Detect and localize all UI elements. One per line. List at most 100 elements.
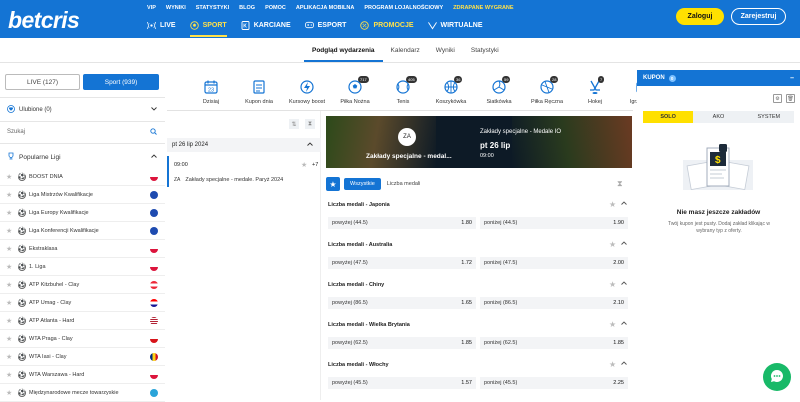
star-icon[interactable]: ★ <box>6 317 12 325</box>
league-item[interactable]: ★ ⚽ ATP Umag - Clay <box>0 294 165 312</box>
star-icon[interactable]: ★ <box>6 389 12 397</box>
filter-medals-button[interactable]: Liczba medali <box>381 178 427 190</box>
popular-leagues-header[interactable]: Popularne Ligi <box>0 150 165 164</box>
star-icon[interactable]: ★ <box>6 353 12 361</box>
sport-football[interactable]: Piłka Nożna 717 <box>331 76 379 105</box>
favorites-filter-star-icon[interactable]: ★ <box>326 177 340 191</box>
register-button[interactable]: Zarejestruj <box>731 8 786 25</box>
filter-icon[interactable]: ⧗ <box>305 119 315 129</box>
star-icon[interactable]: ★ <box>6 209 12 217</box>
top-link-stats[interactable]: STATYSTYKI <box>196 5 229 11</box>
top-link-results[interactable]: WYNIKI <box>166 5 186 11</box>
sport-basketball[interactable]: Koszykówka 36 <box>427 76 475 105</box>
nav-esport[interactable]: ESPORT <box>304 17 346 33</box>
chat-button[interactable] <box>763 363 791 391</box>
star-icon[interactable]: ★ <box>6 191 12 199</box>
odds-over-button[interactable]: powyżej (44.5) 1.80 <box>328 217 476 229</box>
settings-icon[interactable]: ⚙ <box>773 94 782 103</box>
odds-over-button[interactable]: powyżej (45.5) 1.57 <box>328 377 476 389</box>
filter-icon[interactable]: ⧗ <box>617 179 623 189</box>
tab-solo[interactable]: SOLO <box>643 111 694 123</box>
top-link-mobile-app[interactable]: APLIKACJA MOBILNA <box>296 5 354 11</box>
favorites-row[interactable]: Ulubione (0) <box>0 103 165 117</box>
league-item[interactable]: ★ ⚽ BOOST DNIA <box>0 168 165 186</box>
tab-statistics[interactable]: Statystyki <box>463 44 507 62</box>
brand-logo[interactable]: betcris <box>8 7 80 34</box>
top-link-help[interactable]: POMOC <box>265 5 286 11</box>
chevron-up-icon[interactable] <box>621 201 627 207</box>
star-icon[interactable]: ★ <box>6 227 12 235</box>
league-item[interactable]: ★ ⚽ Liga Europy Kwalifikacje <box>0 204 165 222</box>
event-row[interactable]: ZA Zakłady specjalne - medale. Paryż 202… <box>167 173 321 187</box>
search-input[interactable]: Szukaj <box>7 129 25 135</box>
nav-cards[interactable]: K KARCIANE <box>241 17 291 33</box>
star-icon[interactable]: ★ <box>6 335 12 343</box>
chevron-up-icon[interactable] <box>621 361 627 367</box>
tab-calendar[interactable]: Kalendarz <box>383 44 428 62</box>
search-icon[interactable] <box>150 127 157 137</box>
odds-over-button[interactable]: powyżej (47.5) 1.72 <box>328 257 476 269</box>
more-markets-count[interactable]: +7 <box>312 162 318 168</box>
star-icon[interactable]: ★ <box>6 299 12 307</box>
star-icon[interactable]: ★ <box>609 200 616 209</box>
coupon-header[interactable]: KUPON 0 – <box>637 70 800 86</box>
tab-ako[interactable]: AKO <box>693 111 744 123</box>
league-item[interactable]: ★ ⚽ 1. Liga <box>0 258 165 276</box>
star-icon[interactable]: ★ <box>6 371 12 379</box>
nav-virtual[interactable]: WIRTUALNE <box>427 17 483 33</box>
sport-toggle-button[interactable]: Sport (939) <box>83 74 159 90</box>
league-item[interactable]: ★ ⚽ WTA Iasi - Clay <box>0 348 165 366</box>
odds-under-button[interactable]: poniżej (47.5) 2.00 <box>480 257 628 269</box>
odds-under-button[interactable]: poniżej (45.5) 2.25 <box>480 377 628 389</box>
star-icon[interactable]: ★ <box>609 320 616 329</box>
nav-live[interactable]: LIVE <box>147 17 176 33</box>
league-item[interactable]: ★ ⚽ Liga Konferencji Kwalifikacje <box>0 222 165 240</box>
sport-calendar[interactable]: 23 Dzisiaj <box>187 78 235 105</box>
nav-sport[interactable]: SPORT <box>189 17 227 37</box>
sort-icon[interactable]: ⇅ <box>289 119 299 129</box>
star-icon[interactable]: ★ <box>609 240 616 249</box>
star-icon[interactable]: ★ <box>6 263 12 271</box>
sport-volleyball[interactable]: Siatkówka 59 <box>475 76 523 105</box>
chevron-up-icon[interactable] <box>621 321 627 327</box>
star-icon[interactable]: ★ <box>6 173 12 181</box>
tab-event-preview[interactable]: Podgląd wydarzenia <box>304 44 383 62</box>
filter-all-button[interactable]: Wszystkie <box>344 178 381 190</box>
tab-results[interactable]: Wyniki <box>428 44 463 62</box>
star-icon[interactable]: ★ <box>6 245 12 253</box>
league-item[interactable]: ★ ⚽ ATP Kitzbuhel - Clay <box>0 276 165 294</box>
league-item[interactable]: ★ ⚽ Międzynarodowe mecze towarzyskie <box>0 384 165 402</box>
chevron-up-icon[interactable] <box>621 281 627 287</box>
sport-coupon[interactable]: Kupon dnia <box>235 78 283 105</box>
top-link-vip[interactable]: VIP <box>147 5 156 11</box>
odds-over-button[interactable]: powyżej (62.5) 1.85 <box>328 337 476 349</box>
league-item[interactable]: ★ ⚽ WTA Warszawa - Hard <box>0 366 165 384</box>
odds-over-button[interactable]: powyżej (86.5) 1.65 <box>328 297 476 309</box>
event-row[interactable]: 09:00 ★ +7 <box>167 156 321 173</box>
search-row[interactable]: Szukaj <box>0 126 165 138</box>
top-link-loyalty[interactable]: PROGRAM LOJALNOŚCIOWY <box>364 5 443 11</box>
nav-promo[interactable]: PROMOCJE <box>360 17 414 33</box>
login-button[interactable]: Zaloguj <box>676 8 724 25</box>
league-item[interactable]: ★ ⚽ WTA Praga - Clay <box>0 330 165 348</box>
star-icon[interactable]: ★ <box>609 280 616 289</box>
league-item[interactable]: ★ ⚽ Liga Mistrzów Kwalifikacje <box>0 186 165 204</box>
odds-under-button[interactable]: poniżej (44.5) 1.90 <box>480 217 628 229</box>
chevron-up-icon[interactable] <box>621 241 627 247</box>
league-item[interactable]: ★ ⚽ Ekstraklasa <box>0 240 165 258</box>
star-icon[interactable]: ★ <box>6 281 12 289</box>
trash-icon[interactable]: 🗑 <box>786 94 795 103</box>
minimize-icon[interactable]: – <box>790 75 794 82</box>
tab-system[interactable]: SYSTEM <box>743 111 794 123</box>
live-toggle-button[interactable]: LIVE (127) <box>5 74 80 90</box>
top-link-scratch[interactable]: ZDRAPANE WYGRANE <box>453 5 513 11</box>
odds-under-button[interactable]: poniżej (86.5) 2.10 <box>480 297 628 309</box>
star-icon[interactable]: ★ <box>301 161 307 169</box>
sport-handball[interactable]: Piłka Ręczna 28 <box>523 76 571 105</box>
sport-boost[interactable]: Kursowy boost <box>283 78 331 105</box>
odds-under-button[interactable]: poniżej (62.5) 1.85 <box>480 337 628 349</box>
star-icon[interactable]: ★ <box>609 360 616 369</box>
top-link-blog[interactable]: BLOG <box>239 5 255 11</box>
league-item[interactable]: ★ ⚽ ATP Atlanta - Hard <box>0 312 165 330</box>
sport-tennis[interactable]: Tenis 405 <box>379 76 427 105</box>
